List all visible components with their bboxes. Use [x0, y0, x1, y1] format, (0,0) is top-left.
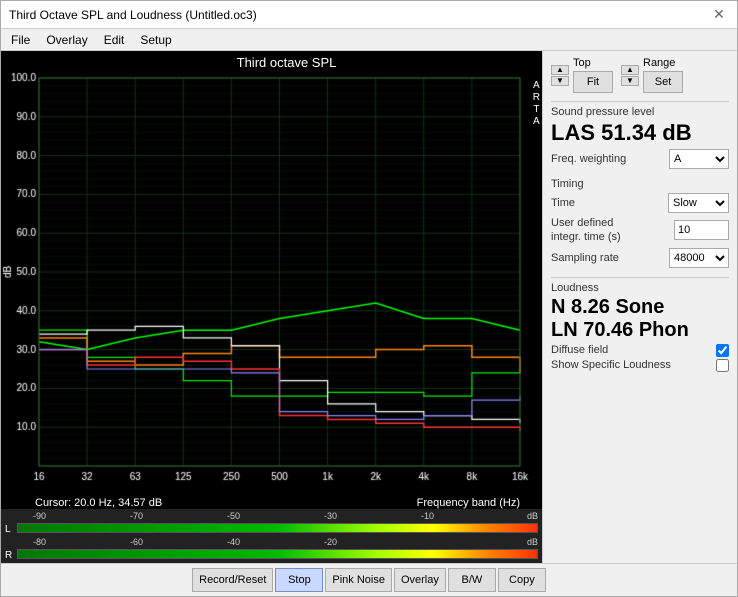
- range-down-btn[interactable]: ▼: [621, 76, 639, 86]
- dbfs-tick-50: -50: [227, 511, 324, 521]
- time-row: Time Slow Fast Impulse: [551, 193, 729, 213]
- range-up-btn[interactable]: ▲: [621, 65, 639, 75]
- bottom-buttons-bar: Record/Reset Stop Pink Noise Overlay B/W…: [1, 563, 737, 596]
- overlay-button[interactable]: Overlay: [394, 568, 446, 592]
- record-reset-button[interactable]: Record/Reset: [192, 568, 273, 592]
- spl-section: Sound pressure level LAS 51.34 dB Freq. …: [551, 101, 729, 172]
- copy-button[interactable]: Copy: [498, 568, 546, 592]
- top-spin: ▲ ▼: [551, 65, 569, 86]
- dbfs-tick2-80: -80: [33, 537, 130, 547]
- right-meter-row: R: [5, 549, 538, 561]
- dbfs-tick2-20: -20: [324, 537, 421, 547]
- main-window: Third Octave SPL and Loudness (Untitled.…: [0, 0, 738, 597]
- diffuse-field-row: Diffuse field: [551, 344, 729, 357]
- top-label: Top: [573, 57, 613, 69]
- time-label: Time: [551, 197, 575, 209]
- dbfs-label2: dB: [518, 537, 538, 547]
- stop-button[interactable]: Stop: [275, 568, 323, 592]
- bw-button[interactable]: B/W: [448, 568, 496, 592]
- title-bar: Third Octave SPL and Loudness (Untitled.…: [1, 1, 737, 29]
- dbfs-tick-70: -70: [130, 511, 227, 521]
- user-integr-input[interactable]: [674, 220, 729, 240]
- close-button[interactable]: ✕: [709, 5, 729, 25]
- right-panel: ▲ ▼ Top Fit ▲ ▼ Range Set: [542, 51, 737, 563]
- menu-edit[interactable]: Edit: [98, 32, 131, 48]
- diffuse-field-checkbox[interactable]: [716, 344, 729, 357]
- sampling-rate-row: Sampling rate 44100 48000 96000 192000: [551, 248, 729, 268]
- freq-weighting-label: Freq. weighting: [551, 153, 626, 165]
- user-integr-row: User defined integr. time (s): [551, 216, 729, 245]
- pink-noise-button[interactable]: Pink Noise: [325, 568, 392, 592]
- dbfs-tick-10: -10: [421, 511, 518, 521]
- freq-band-label: Frequency band (Hz): [417, 497, 520, 509]
- set-button[interactable]: Set: [643, 71, 683, 93]
- loudness-section-label: Loudness: [551, 282, 729, 294]
- show-specific-row: Show Specific Loudness: [551, 359, 729, 372]
- show-specific-label: Show Specific Loudness: [551, 359, 671, 371]
- range-spin: ▲ ▼: [621, 65, 639, 86]
- dbfs-tick-90: -90: [33, 511, 130, 521]
- menu-file[interactable]: File: [5, 32, 36, 48]
- timing-section-label: Timing: [551, 178, 729, 190]
- fit-button[interactable]: Fit: [573, 71, 613, 93]
- left-meter-row: L: [5, 523, 538, 535]
- sampling-rate-select[interactable]: 44100 48000 96000 192000: [669, 248, 729, 268]
- top-up-btn[interactable]: ▲: [551, 65, 569, 75]
- dbfs-area: -90 -70 -50 -30 -10 dB L -80 -60 -40: [1, 509, 542, 563]
- spl-section-label: Sound pressure level: [551, 106, 729, 118]
- main-content: Third octave SPL ARTA Cursor: 20.0 Hz, 3…: [1, 51, 737, 563]
- dbfs-tick-30: -30: [324, 511, 421, 521]
- menu-setup[interactable]: Setup: [134, 32, 177, 48]
- user-integr-label: User defined integr. time (s): [551, 216, 641, 245]
- dbfs-tick2-40: -40: [227, 537, 324, 547]
- left-channel-label: L: [5, 524, 15, 535]
- spl-value: LAS 51.34 dB: [551, 120, 729, 146]
- freq-weighting-row: Freq. weighting A B C: [551, 149, 729, 169]
- show-specific-checkbox[interactable]: [716, 359, 729, 372]
- freq-weighting-select[interactable]: A B C: [669, 149, 729, 169]
- right-meter-gradient: [17, 549, 538, 559]
- timing-section: Timing Time Slow Fast Impulse User defin…: [551, 178, 729, 271]
- time-select[interactable]: Slow Fast Impulse: [668, 193, 729, 213]
- dbfs-tick2-60: -60: [130, 537, 227, 547]
- chart-canvas: [1, 72, 542, 496]
- ln-value: LN 70.46 Phon: [551, 319, 729, 342]
- left-meter-gradient: [17, 523, 538, 533]
- diffuse-field-label: Diffuse field: [551, 344, 608, 356]
- range-label: Range: [643, 57, 683, 69]
- chart-title: Third octave SPL: [1, 51, 542, 72]
- chart-area: Third octave SPL ARTA Cursor: 20.0 Hz, 3…: [1, 51, 542, 563]
- window-title: Third Octave SPL and Loudness (Untitled.…: [9, 8, 257, 22]
- right-meter-bar: [17, 549, 538, 561]
- cursor-label: Cursor: 20.0 Hz, 34.57 dB: [35, 497, 162, 509]
- menu-overlay[interactable]: Overlay: [40, 32, 93, 48]
- top-range-controls: ▲ ▼ Top Fit ▲ ▼ Range Set: [551, 57, 729, 93]
- top-down-btn[interactable]: ▼: [551, 76, 569, 86]
- arta-label: ARTA: [533, 80, 540, 128]
- right-channel-label: R: [5, 550, 15, 561]
- sampling-rate-label: Sampling rate: [551, 252, 619, 264]
- loudness-section: Loudness N 8.26 Sone LN 70.46 Phon Diffu…: [551, 277, 729, 374]
- menu-bar: File Overlay Edit Setup: [1, 29, 737, 51]
- n-value: N 8.26 Sone: [551, 296, 729, 319]
- left-meter-bar: [17, 523, 538, 535]
- dbfs-label: dB: [518, 511, 538, 521]
